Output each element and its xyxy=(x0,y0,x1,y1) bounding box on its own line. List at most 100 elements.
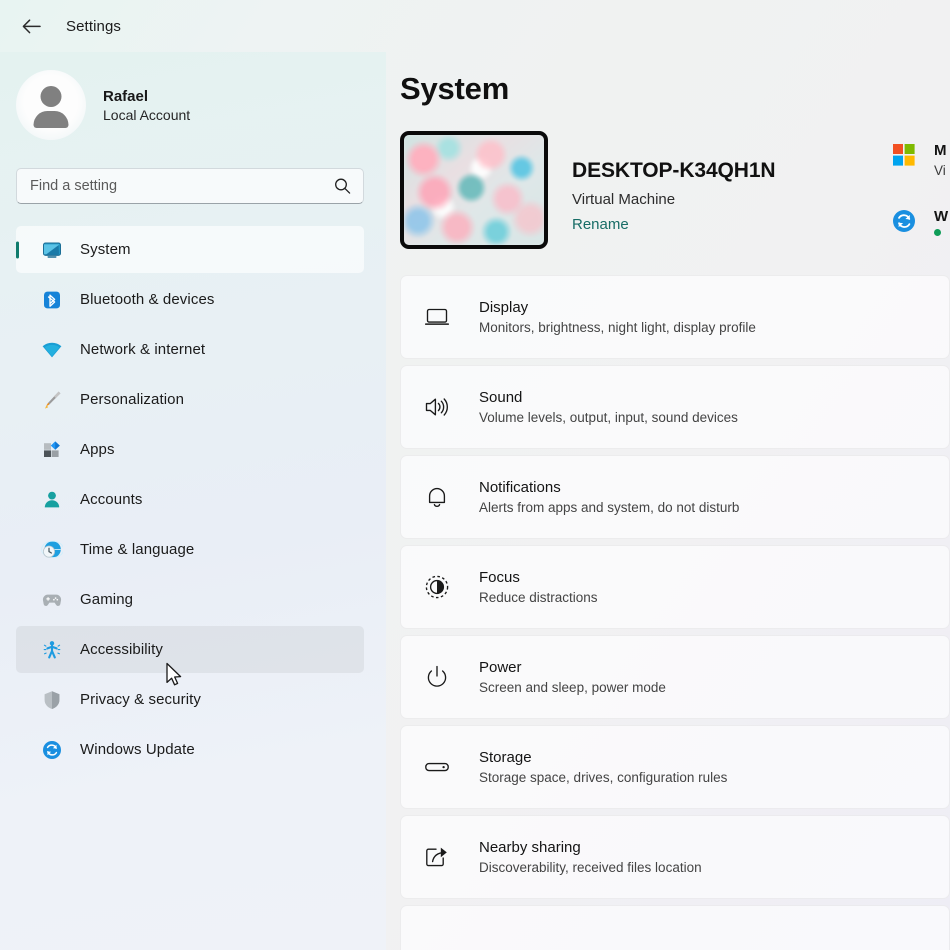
power-icon xyxy=(423,663,451,691)
settings-card-power[interactable]: Power Screen and sleep, power mode xyxy=(400,635,950,719)
sidebar: Rafael Local Account Find a setting Syst… xyxy=(0,52,386,950)
wallpaper-thumbnail xyxy=(400,131,548,249)
settings-card-storage[interactable]: Storage Storage space, drives, configura… xyxy=(400,725,950,809)
settings-card-title: Nearby sharing xyxy=(479,839,581,856)
selection-accent-bar xyxy=(16,241,19,258)
display-icon xyxy=(423,303,451,331)
microsoft-account-text: M Vi xyxy=(934,142,947,178)
settings-card-title: Sound xyxy=(479,389,523,406)
accessibility-icon xyxy=(41,639,63,661)
device-info: DESKTOP-K34QH1N Virtual Machine Rename xyxy=(548,131,776,234)
mini-link-title: W xyxy=(934,208,949,225)
share-icon xyxy=(423,843,451,871)
sidebar-item-label: Personalization xyxy=(80,391,185,408)
sidebar-item-label: Accounts xyxy=(80,491,143,508)
title-bar: Settings xyxy=(0,0,950,52)
sidebar-item-accounts[interactable]: Accounts xyxy=(16,476,364,523)
settings-card-list: Display Monitors, brightness, night ligh… xyxy=(386,275,950,950)
paintbrush-icon xyxy=(41,389,63,411)
settings-card-title: Power xyxy=(479,659,522,676)
back-arrow-icon xyxy=(22,18,41,33)
sidebar-item-label: Network & internet xyxy=(80,341,206,358)
sidebar-item-time-language[interactable]: Time & language xyxy=(16,526,364,573)
settings-card-text: Display Monitors, brightness, night ligh… xyxy=(479,299,756,335)
account-card[interactable]: Rafael Local Account xyxy=(0,52,386,140)
sidebar-nav: System Bluetooth & devices Network & int… xyxy=(0,204,386,776)
apps-icon xyxy=(41,439,63,461)
clock-globe-icon xyxy=(41,539,63,561)
account-icon xyxy=(41,489,63,511)
sidebar-item-gaming[interactable]: Gaming xyxy=(16,576,364,623)
app-title: Settings xyxy=(66,17,121,35)
sidebar-item-label: Bluetooth & devices xyxy=(80,291,215,308)
search-box[interactable] xyxy=(16,168,364,204)
storage-icon xyxy=(423,753,451,781)
settings-card-text: Notifications Alerts from apps and syste… xyxy=(479,479,739,515)
wifi-icon xyxy=(41,339,63,361)
sidebar-item-label: Privacy & security xyxy=(80,691,201,708)
account-name: Rafael xyxy=(103,87,149,105)
settings-card-text: Sound Volume levels, output, input, soun… xyxy=(479,389,738,425)
settings-card-title: Storage xyxy=(479,749,532,766)
back-button[interactable] xyxy=(14,11,48,41)
update-icon xyxy=(41,739,63,761)
settings-card-nearby-sharing[interactable]: Nearby sharing Discoverability, received… xyxy=(400,815,950,899)
shield-icon xyxy=(41,689,63,711)
avatar-body xyxy=(33,111,69,128)
settings-card-focus[interactable]: Focus Reduce distractions xyxy=(400,545,950,629)
device-summary: DESKTOP-K34QH1N Virtual Machine Rename xyxy=(386,131,950,249)
mini-link-subtitle: Vi xyxy=(934,163,946,178)
sidebar-item-label: Time & language xyxy=(80,541,195,558)
sidebar-item-privacy-security[interactable]: Privacy & security xyxy=(16,676,364,723)
device-subtitle: Virtual Machine xyxy=(572,191,676,208)
settings-card-notifications[interactable]: Notifications Alerts from apps and syste… xyxy=(400,455,950,539)
sidebar-item-windows-update[interactable]: Windows Update xyxy=(16,726,364,773)
settings-card-partial[interactable] xyxy=(400,905,950,950)
sidebar-item-label: Gaming xyxy=(80,591,134,608)
settings-card-subtitle: Alerts from apps and system, do not dist… xyxy=(479,500,740,515)
microsoft-account-link[interactable]: M Vi xyxy=(891,142,948,178)
avatar[interactable] xyxy=(16,70,86,140)
monitor-icon xyxy=(41,239,63,261)
settings-card-title: Notifications xyxy=(479,479,561,496)
focus-icon xyxy=(423,573,451,601)
status-dot xyxy=(934,229,941,236)
settings-card-text: Power Screen and sleep, power mode xyxy=(479,659,666,695)
bluetooth-icon xyxy=(41,289,63,311)
windows-update-icon xyxy=(891,208,917,234)
settings-card-title: Focus xyxy=(479,569,520,586)
settings-card-display[interactable]: Display Monitors, brightness, night ligh… xyxy=(400,275,950,359)
sidebar-item-label: System xyxy=(80,241,131,258)
windows-update-link[interactable]: W xyxy=(891,208,948,236)
sidebar-item-network-internet[interactable]: Network & internet xyxy=(16,326,364,373)
windows-update-text: W xyxy=(934,208,948,236)
rename-link[interactable]: Rename xyxy=(572,216,629,233)
sidebar-item-personalization[interactable]: Personalization xyxy=(16,376,364,423)
search-container xyxy=(0,140,386,204)
sidebar-item-apps[interactable]: Apps xyxy=(16,426,364,473)
avatar-head xyxy=(40,86,62,107)
mini-link-subtitle xyxy=(934,229,948,236)
search-input[interactable] xyxy=(17,169,363,203)
account-text: Rafael Local Account xyxy=(103,88,190,123)
settings-card-title: Display xyxy=(479,299,529,316)
page-title: System xyxy=(400,71,510,106)
sidebar-item-label: Windows Update xyxy=(80,741,195,758)
sidebar-item-system[interactable]: System xyxy=(16,226,364,273)
sidebar-item-label: Accessibility xyxy=(80,641,163,658)
sidebar-item-accessibility[interactable]: Accessibility xyxy=(16,626,364,673)
microsoft-logo-icon xyxy=(891,142,917,168)
settings-card-subtitle: Screen and sleep, power mode xyxy=(479,680,666,695)
sidebar-item-bluetooth-devices[interactable]: Bluetooth & devices xyxy=(16,276,364,323)
device-name: DESKTOP-K34QH1N xyxy=(572,159,776,182)
bell-icon xyxy=(423,483,451,511)
speaker-icon xyxy=(423,393,451,421)
settings-card-text: Nearby sharing Discoverability, received… xyxy=(479,839,702,875)
settings-card-subtitle: Reduce distractions xyxy=(479,590,598,605)
settings-card-text: Storage Storage space, drives, configura… xyxy=(479,749,727,785)
wallpaper-image xyxy=(404,135,544,245)
settings-card-sound[interactable]: Sound Volume levels, output, input, soun… xyxy=(400,365,950,449)
settings-card-subtitle: Storage space, drives, configuration rul… xyxy=(479,770,728,785)
settings-card-subtitle: Monitors, brightness, night light, displ… xyxy=(479,320,756,335)
sidebar-item-label: Apps xyxy=(80,441,115,458)
